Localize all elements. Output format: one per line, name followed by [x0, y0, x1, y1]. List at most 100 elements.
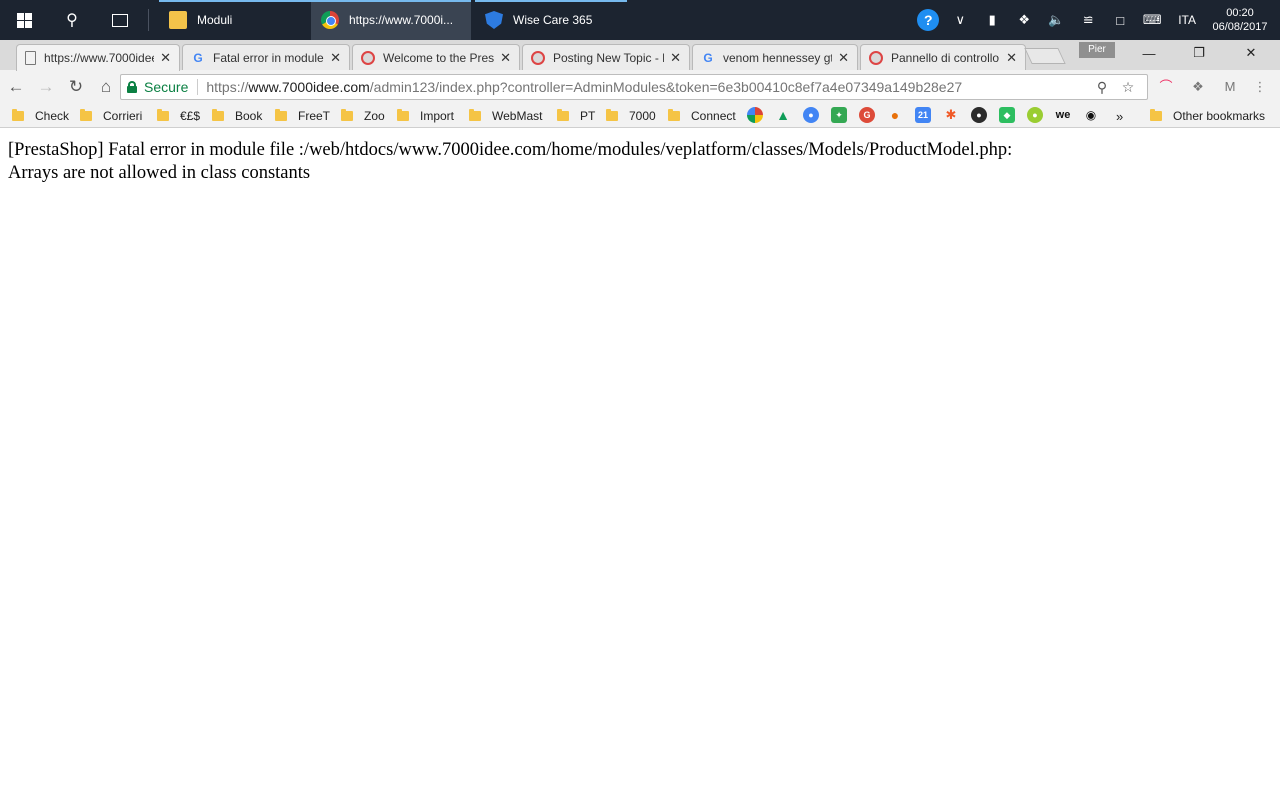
bookmark-folder-check[interactable]: Check: [12, 104, 69, 128]
google-icon: G: [193, 50, 203, 65]
bookmark-gplus-icon[interactable]: G: [859, 107, 875, 123]
fatal-error-message: [PrestaShop] Fatal error in module file …: [8, 139, 1268, 185]
arrow-right-icon: →: [37, 77, 55, 96]
battery-icon: ▮: [988, 12, 996, 27]
bookmark-folder-webmast[interactable]: WebMast: [469, 104, 542, 128]
bookmark-maps-icon[interactable]: ✦: [831, 107, 847, 123]
taskbar-app-wise-care[interactable]: Wise Care 365: [475, 0, 627, 40]
windows-start-button[interactable]: [0, 0, 48, 40]
bookmark-folder-corrieri[interactable]: Corrieri: [80, 104, 142, 128]
home-icon: ⌂: [100, 77, 112, 96]
tab-posting-new-topic[interactable]: Posting New Topic - PrestaShop ✕: [522, 44, 690, 70]
bookmark-contacts-icon[interactable]: ●: [803, 107, 819, 123]
tray-notifications[interactable]: □: [1104, 13, 1136, 28]
bookmark-folder-pt[interactable]: PT: [557, 104, 595, 128]
taskbar-app-moduli[interactable]: Moduli: [159, 0, 311, 40]
bookmark-folder-freet[interactable]: FreeT: [275, 104, 330, 128]
folder-icon: [341, 109, 353, 121]
close-icon[interactable]: ✕: [838, 50, 849, 66]
tray-time: 00:20: [1226, 7, 1254, 19]
bookmark-folder-book[interactable]: Book: [212, 104, 262, 128]
keyboard-icon: ⌨: [1142, 12, 1162, 27]
taskbar-app-chrome[interactable]: https://www.7000i...: [311, 0, 471, 40]
bookmark-folder-money[interactable]: €£$: [157, 104, 200, 128]
folder-icon: [80, 109, 92, 121]
tray-date: 06/08/2017: [1212, 21, 1268, 33]
bookmark-folder-import[interactable]: Import: [397, 104, 454, 128]
bookmark-calendar-icon[interactable]: 21: [915, 107, 931, 123]
home-button[interactable]: ⌂: [92, 73, 120, 101]
back-button[interactable]: ←: [2, 73, 30, 101]
bookmark-evernote-icon[interactable]: ◆: [999, 107, 1015, 123]
tray-keyboard[interactable]: ⌨: [1136, 12, 1168, 28]
bookmark-label: Import: [420, 109, 455, 123]
taskbar-app-label: Wise Care 365: [513, 13, 593, 27]
taskbar-search-button[interactable]: ⚲: [48, 0, 96, 40]
tray-clock[interactable]: 00:20 06/08/2017: [1206, 6, 1280, 34]
bookmark-folder-7000[interactable]: 7000: [606, 104, 656, 128]
close-icon[interactable]: ✕: [330, 50, 341, 66]
tray-show-hidden[interactable]: ∨: [944, 12, 976, 28]
extension-rainbow-icon[interactable]: ⌒: [1156, 77, 1176, 97]
restore-button[interactable]: ❐: [1174, 40, 1224, 66]
reload-button[interactable]: ↻: [62, 73, 90, 101]
bookmarks-overflow-button[interactable]: »: [1116, 104, 1123, 128]
chrome-toolbar: ← → ↻ ⌂ Secure https://www.7000idee.com/…: [0, 70, 1280, 104]
windows-logo-icon: [16, 12, 32, 28]
tab-title: Fatal error in module file: [213, 50, 324, 65]
window-close-button[interactable]: ✕: [1226, 40, 1276, 66]
tray-wifi[interactable]: ≌: [1072, 12, 1104, 28]
folder-icon: [169, 11, 187, 29]
tray-dropbox[interactable]: ❖: [1008, 12, 1040, 28]
tab-venom-hennessey[interactable]: G venom hennessey gt ✕: [692, 44, 858, 70]
profile-button[interactable]: Pier: [1079, 42, 1115, 58]
prestashop-icon: [361, 50, 375, 65]
address-bar[interactable]: Secure https://www.7000idee.com/admin123…: [120, 74, 1148, 100]
tray-battery[interactable]: ▮: [976, 12, 1008, 28]
bookmark-globe-icon[interactable]: ●: [971, 107, 987, 123]
chevron-up-icon: ∨: [955, 12, 965, 27]
tab-title: https://www.7000idee.com/admin123: [44, 51, 154, 65]
bookmark-folder-connect[interactable]: Connect: [668, 104, 736, 128]
double-chevron-icon: »: [1116, 108, 1124, 124]
tray-volume[interactable]: 🔈: [1040, 12, 1072, 28]
bookmark-location-icon[interactable]: ●: [887, 107, 903, 123]
bookmark-photos-icon[interactable]: [747, 107, 763, 123]
chrome-menu-icon[interactable]: ⋮: [1250, 77, 1270, 97]
prestashop-icon: [869, 50, 883, 65]
tab-admin-modules[interactable]: https://www.7000idee.com/admin123 ✕: [16, 44, 180, 71]
tab-title: Pannello di controllo: [891, 50, 1000, 65]
extension-dropbox-icon[interactable]: ❖: [1188, 77, 1208, 97]
task-view-button[interactable]: [96, 0, 144, 40]
tray-language[interactable]: ITA: [1168, 13, 1206, 27]
minimize-button[interactable]: —: [1124, 40, 1174, 66]
bookmark-drive-icon[interactable]: ▲: [775, 107, 791, 123]
bookmark-folder-zoo[interactable]: Zoo: [341, 104, 385, 128]
new-tab-button[interactable]: [1024, 48, 1066, 64]
forward-button[interactable]: →: [32, 73, 60, 101]
bookmark-we-icon[interactable]: we: [1055, 107, 1071, 123]
tab-title: Posting New Topic - PrestaShop: [553, 50, 664, 65]
system-tray: ? ∨ ▮ ❖ 🔈 ≌ □ ⌨ ITA 00:20 06/08/2017: [912, 0, 1280, 40]
google-icon: G: [703, 50, 713, 65]
extension-gmail-icon[interactable]: M: [1220, 77, 1240, 97]
taskbar-app-label: Moduli: [197, 13, 233, 27]
windows-taskbar: ⚲ Moduli https://www.7000i... Wise Care …: [0, 0, 1280, 40]
close-icon[interactable]: ✕: [500, 50, 511, 66]
close-icon[interactable]: ✕: [160, 50, 171, 66]
bookmark-owl-icon[interactable]: ◉: [1083, 107, 1099, 123]
close-icon[interactable]: ✕: [1006, 50, 1017, 66]
close-icon[interactable]: ✕: [670, 50, 681, 66]
folder-icon: [606, 109, 618, 121]
url-text[interactable]: https://www.7000idee.com/admin123/index.…: [206, 79, 1089, 95]
bookmark-tripadvisor-icon[interactable]: ●: [1027, 107, 1043, 123]
tab-pannello-di-controllo[interactable]: Pannello di controllo ✕: [860, 44, 1026, 70]
tab-fatal-error-search[interactable]: G Fatal error in module file ✕: [182, 44, 350, 70]
bookmark-sparkle-icon[interactable]: ✱: [943, 107, 959, 123]
tray-help[interactable]: ?: [912, 9, 944, 31]
tab-welcome-prestashop[interactable]: Welcome to the PrestaShop ✕: [352, 44, 520, 70]
zoom-icon[interactable]: ⚲: [1089, 79, 1115, 96]
bookmark-star-icon[interactable]: ☆: [1115, 79, 1141, 96]
secure-label[interactable]: Secure: [144, 79, 188, 95]
other-bookmarks-folder[interactable]: Other bookmarks: [1150, 104, 1265, 128]
